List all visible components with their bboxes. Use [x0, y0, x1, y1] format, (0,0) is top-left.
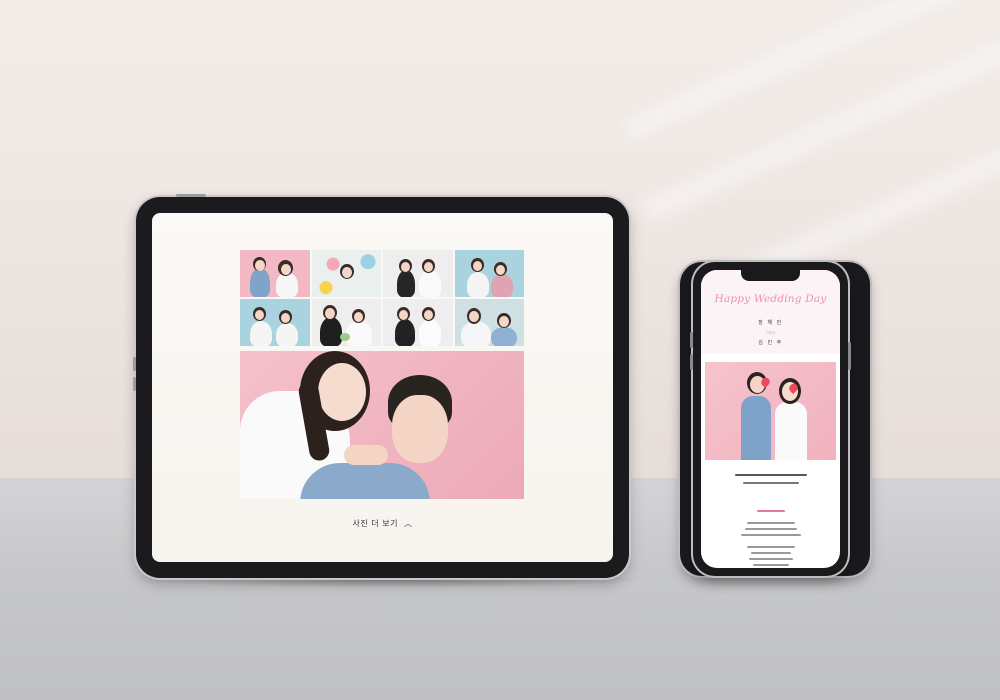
woman-face [318, 363, 366, 421]
woman-hand [344, 445, 388, 465]
photo-gallery-grid [240, 250, 524, 346]
invitation-text-line [741, 534, 801, 536]
invitation-text-line [747, 546, 795, 548]
tablet-screen: 사진 더 보기 ︿ [152, 213, 613, 562]
couple-photo[interactable] [705, 362, 836, 460]
phone-volume-button [690, 354, 693, 370]
gallery-thumbnail[interactable] [454, 299, 524, 346]
chevron-up-icon: ︿ [403, 519, 413, 528]
bride-name: 김 민 주 [758, 340, 783, 346]
phone-notch [741, 270, 800, 281]
gallery-thumbnail[interactable] [311, 250, 381, 297]
wedding-title: Happy Wedding Day [714, 293, 827, 305]
tablet-volume-button [133, 377, 136, 391]
tablet-power-button [176, 194, 206, 197]
more-photos-label: 사진 더 보기 [352, 519, 398, 528]
gallery-thumbnail[interactable] [311, 299, 381, 346]
phone-volume-button [690, 332, 693, 348]
phone-side-button [848, 342, 851, 370]
more-photos-link[interactable]: 사진 더 보기 ︿ [152, 518, 613, 529]
groom-name: 장 해 민 [758, 320, 783, 326]
invitation-text-line [745, 528, 797, 530]
section-title [757, 510, 785, 512]
man-face [392, 395, 448, 463]
venue-text [743, 482, 799, 484]
gallery-thumbnail[interactable] [383, 250, 453, 297]
gallery-thumbnail[interactable] [240, 299, 310, 346]
gallery-thumbnail[interactable] [240, 250, 310, 297]
tablet-volume-button [133, 357, 136, 371]
woman-figure [775, 402, 807, 460]
featured-photo[interactable] [240, 351, 524, 499]
gallery-thumbnail[interactable] [383, 299, 453, 346]
and-label: 그리고 [765, 331, 776, 335]
phone-screen: Happy Wedding Day 장 해 민 그리고 김 민 주 [701, 270, 840, 568]
phone-device: Happy Wedding Day 장 해 민 그리고 김 민 주 [690, 262, 851, 576]
invitation-text-line [751, 552, 791, 554]
man-shirt [300, 463, 430, 499]
invitation-header: Happy Wedding Day 장 해 민 그리고 김 민 주 [701, 270, 840, 354]
invitation-text-line [753, 564, 789, 566]
man-figure [741, 396, 771, 460]
invitation-text-line [747, 522, 795, 524]
invitation-text-line [749, 558, 793, 560]
wedding-date-text [735, 474, 807, 476]
gallery-thumbnail[interactable] [454, 250, 524, 297]
tablet-device: 사진 더 보기 ︿ [133, 194, 629, 578]
